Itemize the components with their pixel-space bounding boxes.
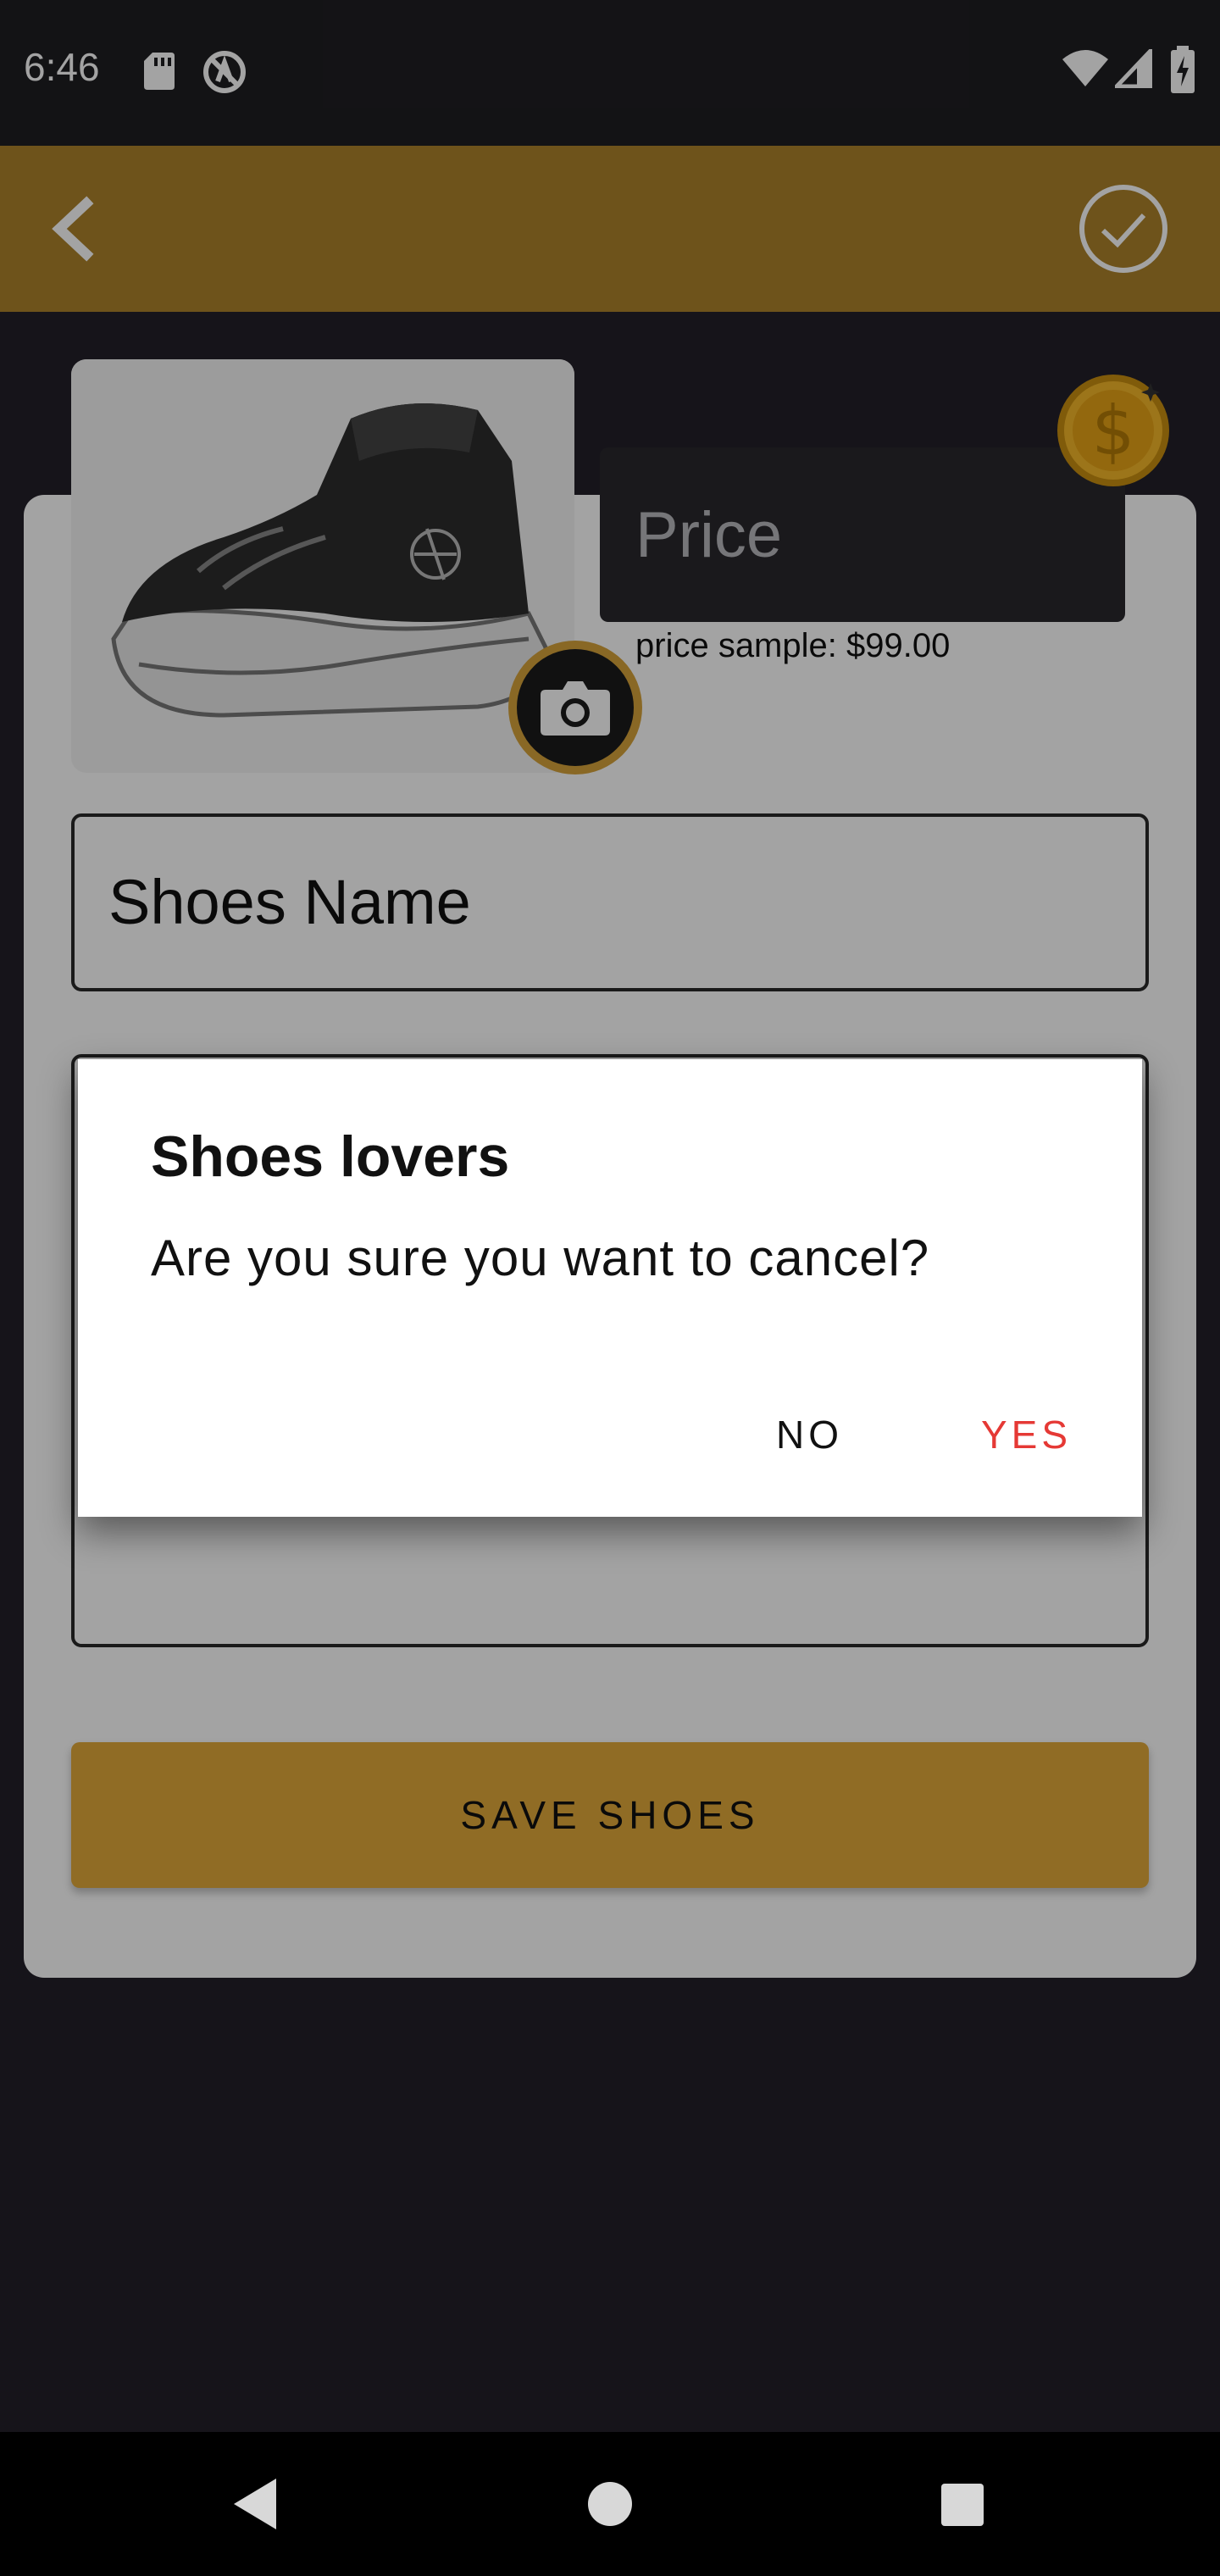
dialog-title: Shoes lovers [151,1124,510,1189]
home-circle-icon[interactable] [572,2466,648,2542]
dialog-message: Are you sure you want to cancel? [151,1230,930,1286]
recents-square-icon[interactable] [923,2466,1000,2542]
cancel-confirm-dialog: Shoes lovers Are you sure you want to ca… [78,1059,1142,1517]
no-button[interactable]: NO [776,1412,843,1457]
back-triangle-icon[interactable] [217,2466,293,2542]
system-navigation-bar [0,2432,1220,2576]
yes-button[interactable]: YES [981,1412,1072,1457]
